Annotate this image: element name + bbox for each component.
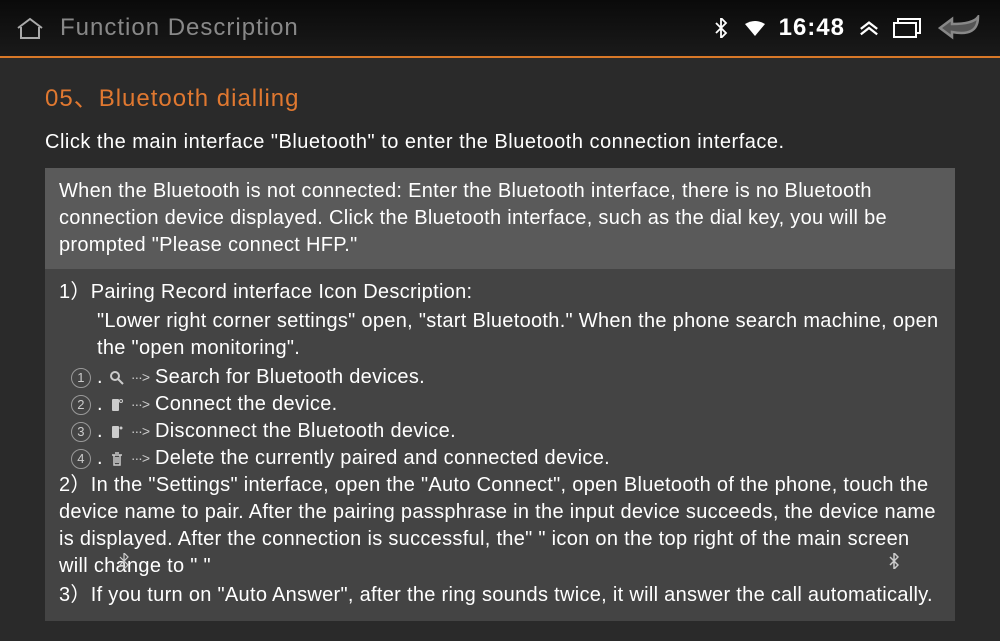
info-box: When the Bluetooth is not connected: Ent… <box>45 168 955 269</box>
circle-num-1: 1 <box>71 368 91 388</box>
page-title: Function Description <box>60 14 299 42</box>
arrow-icon: ···> <box>131 449 149 468</box>
chevron-up-icon[interactable] <box>859 18 879 38</box>
arrow-icon: ···> <box>131 368 149 387</box>
home-icon[interactable] <box>15 16 45 41</box>
trash-icon <box>109 451 125 467</box>
icon-desc-1: Search for Bluetooth devices. <box>155 364 425 391</box>
bluetooth-icon <box>711 18 731 38</box>
intro-text: Click the main interface "Bluetooth" to … <box>45 131 955 154</box>
connect-icon <box>109 397 125 413</box>
list-box: 1）Pairing Record interface Icon Descript… <box>45 269 955 621</box>
time-display: 16:48 <box>779 14 845 42</box>
back-button[interactable] <box>935 11 985 45</box>
list-item-3: 3）If you turn on "Auto Answer", after th… <box>59 582 941 609</box>
icon-row-4: 4. ···> Delete the currently paired and … <box>59 445 941 472</box>
icon-row-3: 3. ···> Disconnect the Bluetooth device. <box>59 418 941 445</box>
disconnect-icon <box>109 424 125 440</box>
icon-desc-2: Connect the device. <box>155 391 337 418</box>
search-icon <box>109 370 125 386</box>
wifi-icon <box>745 18 765 38</box>
content-area: 05、Bluetooth dialling Click the main int… <box>0 58 1000 641</box>
status-bar: 16:48 <box>711 11 985 45</box>
icon-row-1: 1. ···> Search for Bluetooth devices. <box>59 364 941 391</box>
circle-num-3: 3 <box>71 422 91 442</box>
icon-desc-3: Disconnect the Bluetooth device. <box>155 418 456 445</box>
circle-num-2: 2 <box>71 395 91 415</box>
list-item-1-head: 1）Pairing Record interface Icon Descript… <box>59 279 941 306</box>
icon-row-2: 2. ···> Connect the device. <box>59 391 941 418</box>
section-title: 05、Bluetooth dialling <box>45 78 955 113</box>
bluetooth-icon-outline <box>119 550 129 577</box>
header-bar: Function Description 16:48 <box>0 0 1000 58</box>
list-item-2: 2）In the "Settings" interface, open the … <box>59 472 941 580</box>
list-item-1-body: "Lower right corner settings" open, "sta… <box>59 308 941 362</box>
circle-num-4: 4 <box>71 449 91 469</box>
arrow-icon: ···> <box>131 395 149 414</box>
bluetooth-icon-filled <box>889 550 899 577</box>
windows-icon[interactable] <box>893 18 921 38</box>
icon-desc-4: Delete the currently paired and connecte… <box>155 445 610 472</box>
arrow-icon: ···> <box>131 422 149 441</box>
